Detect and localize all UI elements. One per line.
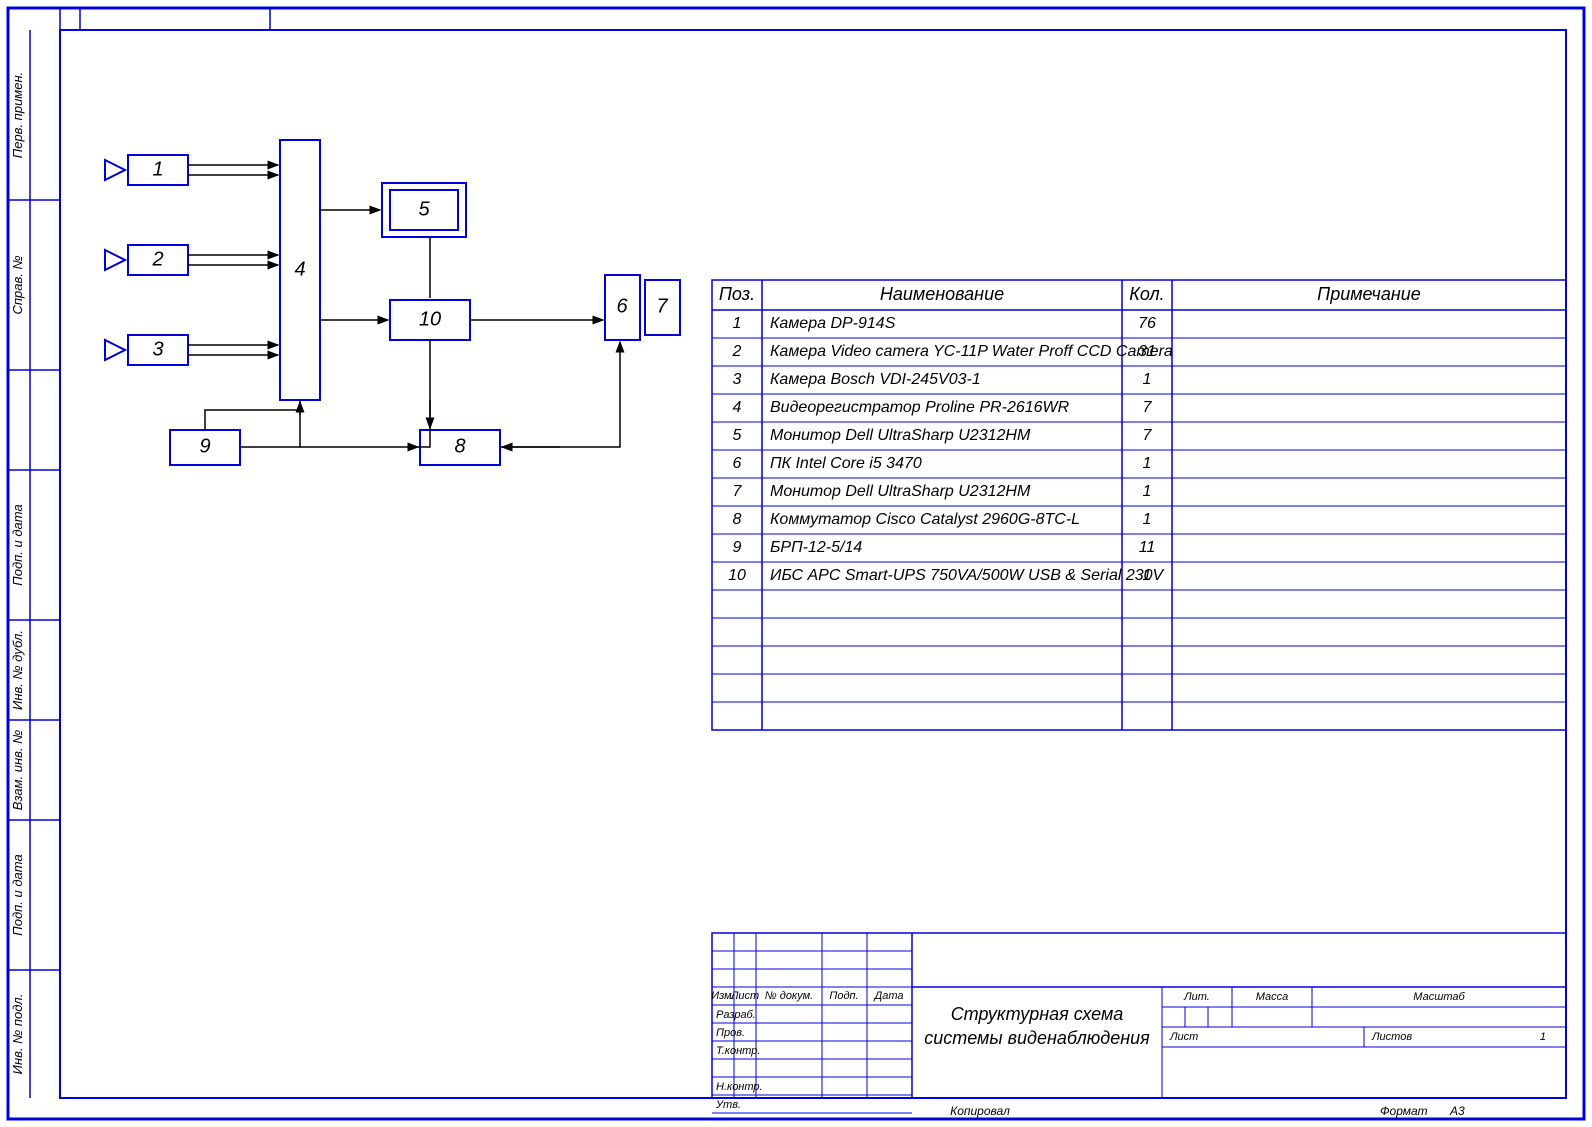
svg-text:Лист: Лист: [730, 990, 759, 1002]
block-2-label: 2: [151, 248, 163, 270]
table-qty: 1: [1143, 371, 1152, 388]
svg-text:Кол.: Кол.: [1129, 284, 1164, 304]
drawing-title: системы виденаблюдения: [924, 1028, 1150, 1048]
sidebar-label-4: Инв. № дубл.: [10, 630, 25, 710]
table-qty: 1: [1143, 455, 1152, 472]
table-pos: 10: [728, 567, 746, 584]
block-9-label: 9: [199, 435, 210, 457]
block-6-label: 6: [616, 295, 628, 317]
table-pos: 5: [733, 427, 742, 444]
svg-text:Утв.: Утв.: [715, 1099, 741, 1111]
svg-text:Пров.: Пров.: [716, 1027, 745, 1039]
table-qty: 1: [1143, 483, 1152, 500]
footer-format-value: А3: [1449, 1104, 1465, 1118]
sidebar-label-6: Подп. и дата: [10, 854, 25, 935]
sidebar-label-1: Перв. примен.: [10, 72, 25, 158]
table-qty: 76: [1138, 315, 1156, 332]
svg-text:Наименование: Наименование: [880, 284, 1004, 304]
title-block: Изм.Лист№ докум.Подп.ДатаРазраб.Пров.Т.к…: [711, 933, 1566, 1113]
svg-text:1: 1: [1540, 1031, 1546, 1043]
table-name: Коммутатор Cisco Catalyst 2960G-8TC-L: [770, 511, 1080, 528]
table-qty: 1: [1143, 567, 1152, 584]
svg-text:Лит.: Лит.: [1183, 991, 1210, 1003]
table-name: Камера Bosch VDI-245V03-1: [770, 371, 981, 388]
block-1-label: 1: [152, 158, 163, 180]
block-4-label: 4: [294, 258, 305, 280]
table-qty: 7: [1143, 427, 1153, 444]
svg-text:Примечание: Примечание: [1317, 284, 1421, 304]
svg-text:Н.контр.: Н.контр.: [716, 1081, 763, 1093]
table-name: Камера DP-914S: [770, 315, 896, 332]
table-qty: 7: [1143, 399, 1153, 416]
camera-icon: [105, 160, 125, 360]
svg-text:Лист: Лист: [1169, 1031, 1198, 1043]
table-name: ИБС APC Smart-UPS 750VA/500W USB & Seria…: [770, 567, 1165, 584]
table-pos: 8: [733, 511, 742, 528]
svg-text:Подп.: Подп.: [829, 990, 858, 1002]
footer-format-label: Формат: [1380, 1104, 1428, 1118]
drawing-title: Структурная схема: [951, 1004, 1124, 1024]
block-5-label: 5: [418, 198, 430, 220]
table-name: Видеорегистратор Proline PR-2616WR: [770, 399, 1070, 416]
svg-text:Масса: Масса: [1256, 991, 1289, 1003]
table-name: Камера Video camera YC-11P Water Proff C…: [770, 343, 1173, 360]
table-pos: 9: [733, 539, 742, 556]
svg-text:Листов: Листов: [1371, 1031, 1412, 1043]
table-pos: 2: [732, 343, 742, 360]
table-qty: 11: [1139, 539, 1156, 556]
svg-text:Разраб.: Разраб.: [716, 1009, 756, 1021]
footer-kopiroval: Копировал: [950, 1104, 1010, 1118]
table-name: Монитор Dell UltraSharp U2312HM: [770, 483, 1031, 500]
svg-text:Дата: Дата: [872, 990, 903, 1002]
table-pos: 7: [733, 483, 743, 500]
block-8-label: 8: [454, 435, 465, 457]
table-pos: 1: [733, 315, 742, 332]
svg-text:Поз.: Поз.: [719, 284, 755, 304]
table-name: Монитор Dell UltraSharp U2312HM: [770, 427, 1031, 444]
block-3-label: 3: [152, 338, 163, 360]
block-7-label: 7: [656, 295, 668, 317]
table-pos: 6: [733, 455, 742, 472]
parts-table: Поз. Наименование Кол. Примечание 1 Камера DP…: [712, 280, 1566, 730]
svg-text:Масштаб: Масштаб: [1413, 991, 1465, 1003]
svg-text:Т.контр.: Т.контр.: [716, 1045, 760, 1057]
sidebar-label-2: Справ. №: [10, 255, 25, 314]
table-pos: 4: [733, 399, 742, 416]
table-pos: 3: [733, 371, 742, 388]
table-name: БРП-12-5/14: [770, 539, 862, 556]
table-name: ПК Intel Core i5 3470: [770, 455, 922, 472]
sidebar-label-5: Взам. инв. №: [10, 730, 25, 810]
sidebar-label-7: Инв. № подл.: [10, 994, 25, 1075]
table-qty: 31: [1138, 343, 1156, 360]
block-10-label: 10: [419, 308, 441, 330]
svg-text:№ докум.: № докум.: [765, 990, 813, 1002]
sidebar-label-3: Подп. и дата: [10, 504, 25, 585]
table-qty: 1: [1143, 511, 1152, 528]
